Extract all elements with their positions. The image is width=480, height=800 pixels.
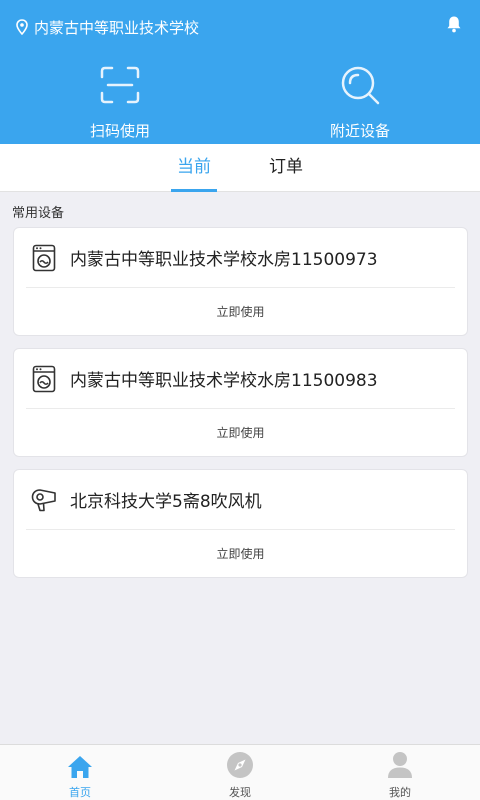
nav-discover-label: 发现 [229,786,251,799]
nav-home[interactable]: 首页 [40,745,120,800]
tab-current[interactable]: 当前 [171,144,217,192]
washing-machine-icon [32,244,56,271]
use-now-button[interactable]: 立即使用 [14,409,467,457]
compass-icon [227,752,253,778]
nav-discover[interactable]: 发现 [200,745,280,800]
bottom-nav: 首页 发现 我的 [0,744,480,800]
scan-label: 扫码使用 [89,122,150,140]
nearby-label: 附近设备 [329,122,390,140]
device-name: 内蒙古中等职业技术学校水房11500973 [70,250,378,270]
scan-button[interactable]: 扫码使用 [40,62,200,141]
device-name: 内蒙古中等职业技术学校水房11500983 [70,371,378,391]
device-card: 内蒙古中等职业技术学校水房11500983 立即使用 [13,348,468,457]
tab-bar: 当前 订单 [0,144,480,192]
nav-mine[interactable]: 我的 [360,745,440,800]
device-name: 北京科技大学5斋8吹风机 [70,492,262,512]
location-pin-icon [16,19,28,35]
device-card: 内蒙古中等职业技术学校水房11500973 立即使用 [13,227,468,336]
nav-home-label: 首页 [69,786,91,799]
user-icon [388,752,412,778]
use-now-button[interactable]: 立即使用 [14,288,467,336]
home-icon [68,756,92,778]
section-title: 常用设备 [12,206,65,221]
magnifier-icon [341,66,380,105]
tab-orders[interactable]: 订单 [266,144,306,192]
location-text: 内蒙古中等职业技术学校 [34,18,200,37]
washing-machine-icon [32,365,56,392]
bell-icon[interactable] [446,15,462,33]
device-card: 北京科技大学5斋8吹风机 立即使用 [13,469,468,578]
scan-icon [100,66,140,104]
hair-dryer-icon [31,488,56,511]
nav-mine-label: 我的 [389,786,411,799]
nearby-devices-button[interactable]: 附近设备 [280,62,440,141]
location-selector[interactable]: 内蒙古中等职业技术学校 [16,14,199,40]
use-now-button[interactable]: 立即使用 [14,530,467,578]
header: 内蒙古中等职业技术学校 扫码使用 附近设备 [0,0,480,144]
